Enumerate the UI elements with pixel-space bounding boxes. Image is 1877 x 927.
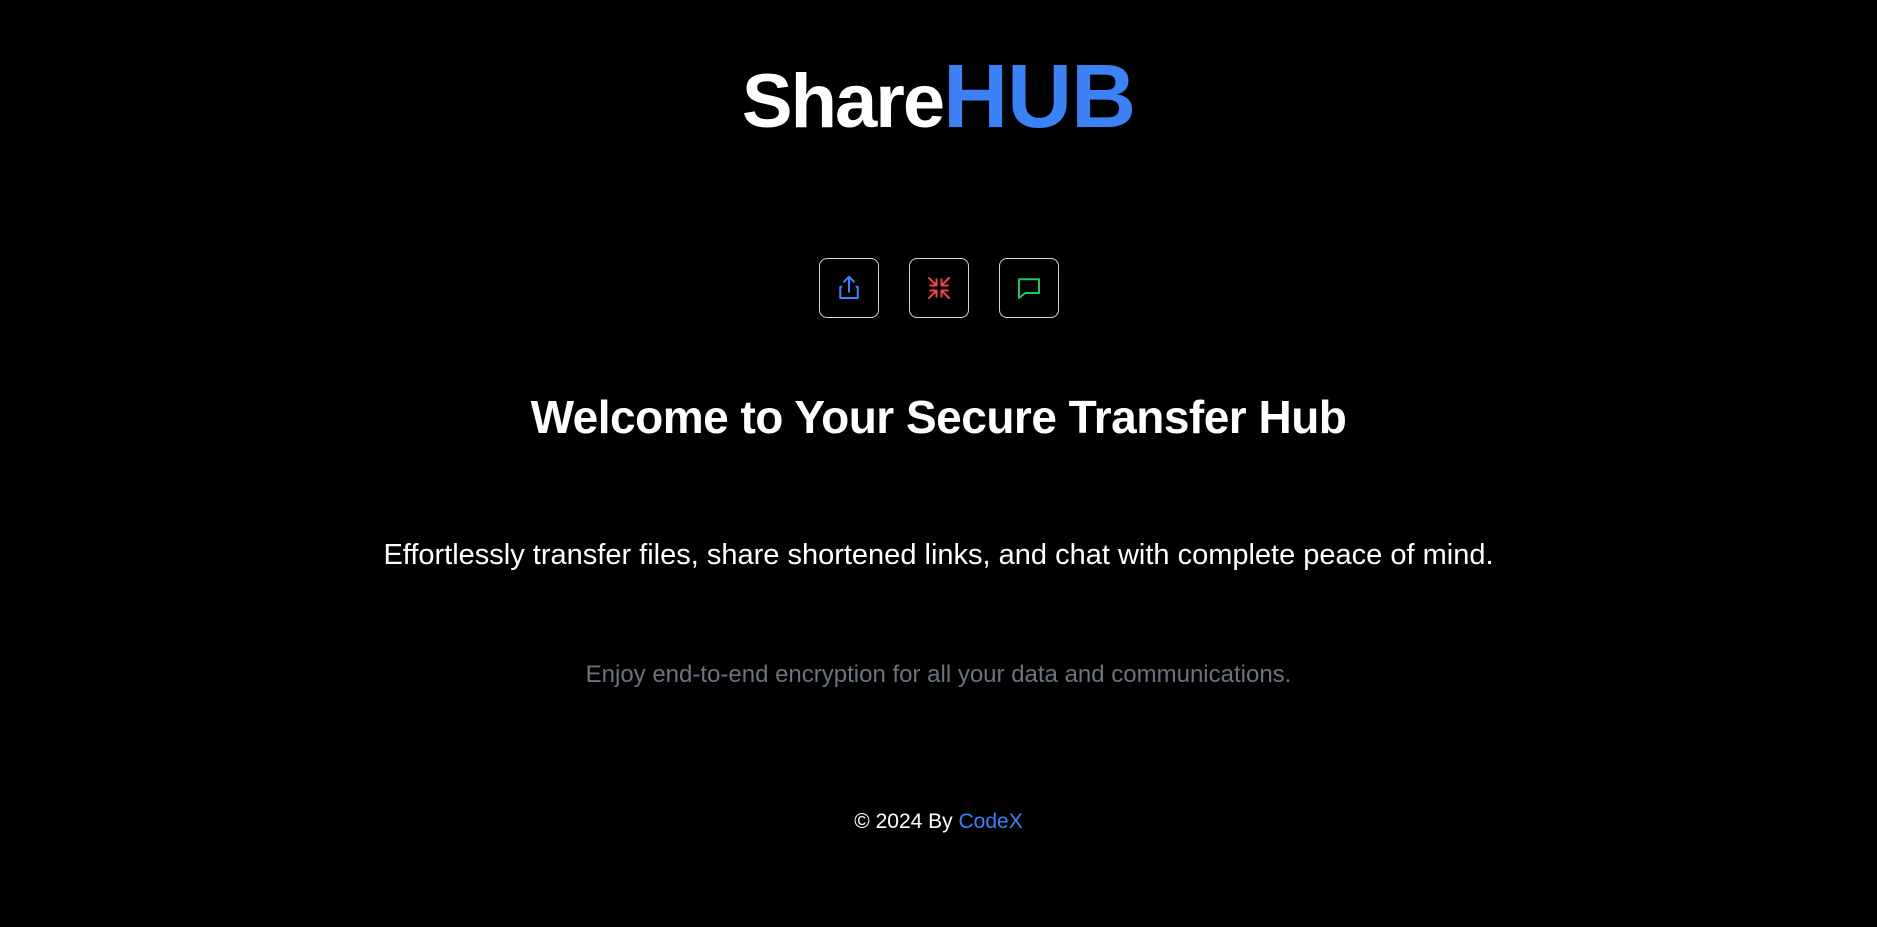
link-shortener-button[interactable] [908,258,969,318]
shrink-arrows-icon [927,277,950,299]
logo-hub-text: HUB [943,47,1136,147]
footer: © 2024 By CodeX [0,809,1877,834]
chat-bubble-icon [1017,278,1040,299]
author-link[interactable]: CodeX [958,810,1022,833]
page-subtitle: Effortlessly transfer files, share short… [383,539,1494,571]
file-transfer-button[interactable] [818,258,879,318]
footer-copyright: © 2024 By [854,810,959,833]
feature-buttons [0,258,1877,318]
chat-button[interactable] [998,258,1059,318]
logo-share-text: Share [741,59,945,144]
encryption-note: Enjoy end-to-end encryption for all your… [585,661,1292,688]
logo: ShareHUB [0,52,1877,142]
share-upload-icon [838,275,859,299]
page-title: Welcome to Your Secure Transfer Hub [530,391,1347,443]
